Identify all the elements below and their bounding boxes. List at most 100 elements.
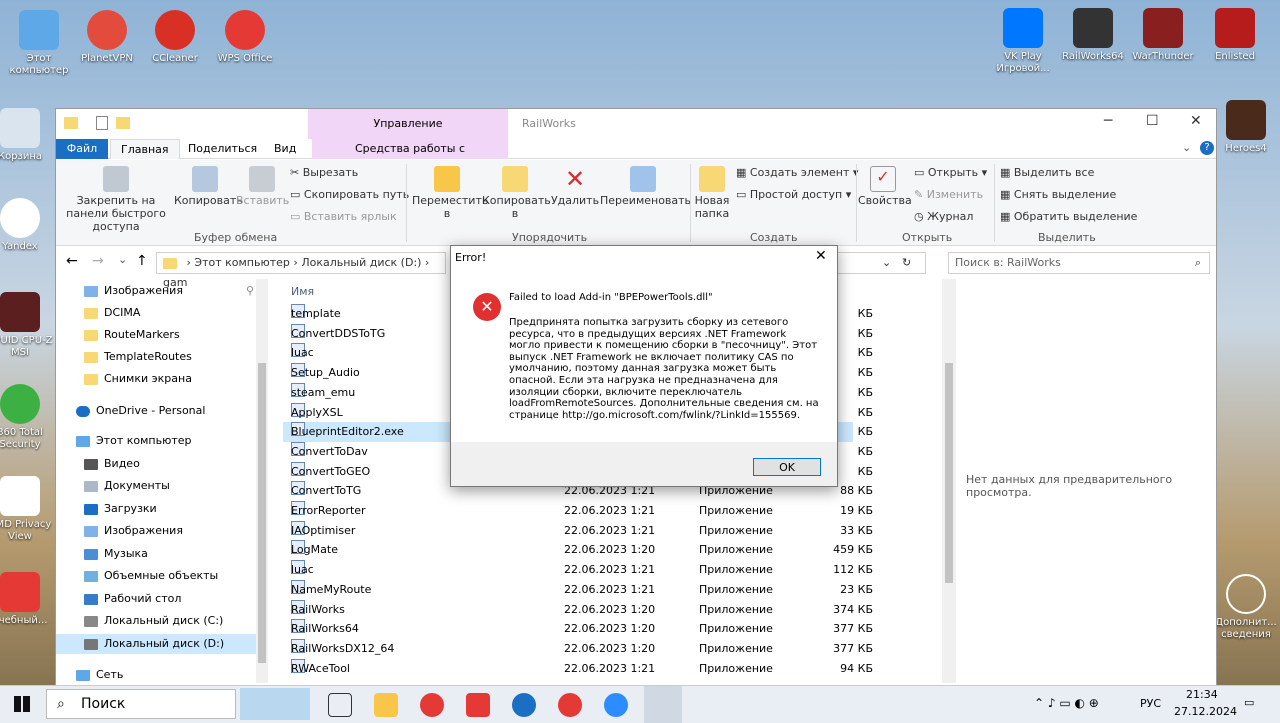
table-row[interactable]: RailWorksDX12_64 22.06.2023 1:20 Приложени…: [283, 638, 873, 659]
tab-view[interactable]: Вид: [264, 139, 306, 159]
table-row[interactable]: RailWorks64 22.06.2023 1:20 Приложение 377 …: [283, 619, 873, 639]
breadcrumb-disk-d[interactable]: Локальный диск (D:): [301, 256, 421, 269]
desktop-icon-360[interactable]: 360 Total Security: [0, 384, 54, 451]
properties-quick-icon[interactable]: [96, 116, 108, 130]
up-icon[interactable]: ↑: [136, 253, 148, 269]
bluetooth-icon[interactable]: [512, 693, 536, 717]
address-bar-end[interactable]: ⌄ ↻: [836, 252, 926, 274]
desktop-icon-cpuz[interactable]: CPUID CPU-Z MSI: [0, 292, 54, 359]
start-button[interactable]: [14, 696, 30, 712]
tab-home[interactable]: Главная: [110, 139, 180, 159]
nav-item[interactable]: Локальный диск (C:): [84, 611, 223, 631]
desktop-icon-yandex[interactable]: Yandex: [0, 198, 54, 253]
nav-scrollbar[interactable]: [256, 279, 268, 683]
column-header-name[interactable]: Имя: [291, 285, 314, 298]
nav-item[interactable]: Изображения: [84, 521, 183, 541]
chevron-down-icon[interactable]: ⌄: [118, 253, 127, 266]
nav-item[interactable]: Рабочий стол: [84, 589, 181, 609]
properties-button[interactable]: ✓ Свойства: [858, 166, 912, 207]
cut-button[interactable]: ✂ Вырезать: [290, 166, 358, 179]
refresh-icon[interactable]: ↻: [902, 253, 911, 273]
notifications-icon[interactable]: ▭: [1244, 696, 1254, 709]
select-none-button[interactable]: ▦ Снять выделение: [1000, 188, 1116, 201]
list-scrollbar[interactable]: [942, 279, 956, 683]
nav-item[interactable]: Загрузки: [84, 499, 157, 519]
table-row[interactable]: luac 22.06.2023 1:21 Приложение 112 КБ: [283, 560, 873, 580]
desktop-icon-study[interactable]: Учебный...: [0, 572, 54, 627]
nav-item[interactable]: TemplateRoutes: [84, 347, 192, 367]
delete-button[interactable]: ✕ Удалить: [550, 166, 600, 207]
paste-button[interactable]: Вставить: [236, 166, 289, 207]
explorer-task-icon[interactable]: [374, 693, 398, 717]
address-bar[interactable]: › Этот компьютер › Локальный диск (D:) ›…: [156, 252, 446, 289]
nav-item[interactable]: Видео: [84, 454, 140, 474]
nav-item[interactable]: Документы: [84, 476, 170, 496]
nav-item[interactable]: Снимки экрана: [84, 369, 192, 389]
desktop-icon-railworks64[interactable]: RailWorks64: [1056, 8, 1130, 63]
nav-item-this-pc[interactable]: Этот компьютер: [76, 431, 192, 451]
invert-selection-button[interactable]: ▦ Обратить выделение: [1000, 210, 1137, 223]
tab-app-tools[interactable]: Средства работы с приложениями: [312, 139, 508, 175]
search-input[interactable]: Поиск в: RailWorks ⌕: [948, 252, 1210, 274]
desktop-icon-enlisted[interactable]: Enlisted: [1198, 8, 1272, 63]
desktop-icon-heroes4[interactable]: Heroes4: [1212, 100, 1280, 155]
pin-button[interactable]: Закрепить на панели быстрого доступа: [60, 166, 172, 233]
wps-task-icon[interactable]: [558, 693, 582, 717]
nav-item-selected[interactable]: Локальный диск (D:): [56, 634, 256, 654]
desktop-icon-this-pc[interactable]: Этот компьютер: [2, 10, 76, 77]
task-view-icon[interactable]: [328, 693, 352, 717]
breadcrumb-this-pc[interactable]: Этот компьютер: [194, 256, 290, 269]
zoom-icon[interactable]: [604, 693, 628, 717]
yandex-browser-icon[interactable]: [420, 693, 444, 717]
nav-item[interactable]: Изображения ⚲: [84, 281, 254, 301]
desktop-icon-wps[interactable]: WPS Office: [208, 10, 282, 65]
new-item-button[interactable]: ▦ Создать элемент ▾: [736, 166, 858, 179]
select-all-button[interactable]: ▦ Выделить все: [1000, 166, 1094, 179]
nav-item[interactable]: RouteMarkers: [84, 325, 180, 345]
chevron-up-icon[interactable]: ⌄: [1182, 141, 1191, 154]
blueprint-editor-task-icon[interactable]: [644, 686, 682, 723]
new-folder-button[interactable]: Новая папка: [692, 166, 732, 220]
desktop-icon-extra[interactable]: Дополнит... сведения: [1212, 574, 1280, 641]
maximize-button[interactable]: ☐: [1146, 113, 1159, 129]
copy-path-button[interactable]: ▭ Скопировать путь: [290, 188, 409, 201]
desktop-icon-recycle[interactable]: Корзина: [0, 108, 54, 163]
back-icon[interactable]: ←: [66, 253, 78, 269]
desktop-icon-warthunder[interactable]: WarThunder: [1126, 8, 1200, 63]
desktop-icon-ccleaner[interactable]: CCleaner: [138, 10, 212, 65]
tab-file[interactable]: Файл: [56, 139, 108, 159]
tab-share[interactable]: Поделиться: [178, 139, 267, 159]
table-row[interactable]: NameMyRoute 22.06.2023 1:21 Приложение 23 К…: [283, 579, 873, 600]
language-indicator[interactable]: РУС: [1140, 697, 1161, 710]
table-row[interactable]: LogMate 22.06.2023 1:20 Приложение 459 КБ: [283, 540, 873, 560]
forward-icon[interactable]: →: [92, 253, 104, 269]
table-row[interactable]: RWAceTool 22.06.2023 1:21 Приложение 94 КБ: [283, 658, 873, 679]
taskbar-search[interactable]: ⌕ Поиск: [46, 689, 236, 719]
table-row[interactable]: IAOptimiser 22.06.2023 1:21 Приложение 33 К…: [283, 520, 873, 541]
history-button[interactable]: ◷ Журнал: [914, 210, 973, 223]
help-icon[interactable]: ?: [1200, 141, 1214, 155]
ok-button[interactable]: OK: [753, 458, 821, 476]
desktop-icon-vkplay[interactable]: VK Play Игровой...: [986, 8, 1060, 75]
desktop-icon-amd[interactable]: AMD Privacy View: [0, 476, 54, 543]
nav-item[interactable]: Объемные объекты: [84, 566, 218, 586]
nav-item-network[interactable]: Сеть: [76, 665, 123, 685]
yandex-icon[interactable]: [466, 693, 490, 717]
edit-button[interactable]: ✎ Изменить: [914, 188, 983, 201]
taskbar-banner[interactable]: [240, 688, 310, 720]
tray-icons[interactable]: ⌃ ♪ ▭ ◐ ⊕: [1034, 696, 1099, 710]
dialog-close-button[interactable]: ✕: [815, 248, 827, 264]
copy-button[interactable]: Копировать: [174, 166, 243, 207]
copy-to-button[interactable]: Копировать в: [482, 166, 551, 220]
table-row[interactable]: ErrorReporter 22.06.2023 1:21 Приложение 19…: [283, 501, 873, 521]
desktop-icon-planetvpn[interactable]: PlanetVPN: [70, 10, 144, 65]
table-row[interactable]: RailWorks 22.06.2023 1:20 Приложение 374 КБ: [283, 599, 873, 620]
move-to-button[interactable]: Переместить в: [412, 166, 488, 220]
nav-item-onedrive[interactable]: OneDrive - Personal: [76, 401, 205, 421]
nav-item[interactable]: DCIMA: [84, 303, 140, 323]
clock-time[interactable]: 21:34: [1186, 688, 1218, 701]
open-button[interactable]: ▭ Открыть ▾: [914, 166, 987, 179]
nav-item[interactable]: Музыка: [84, 544, 148, 564]
minimize-button[interactable]: ─: [1104, 113, 1112, 129]
easy-access-button[interactable]: ▭ Простой доступ ▾: [736, 188, 851, 201]
